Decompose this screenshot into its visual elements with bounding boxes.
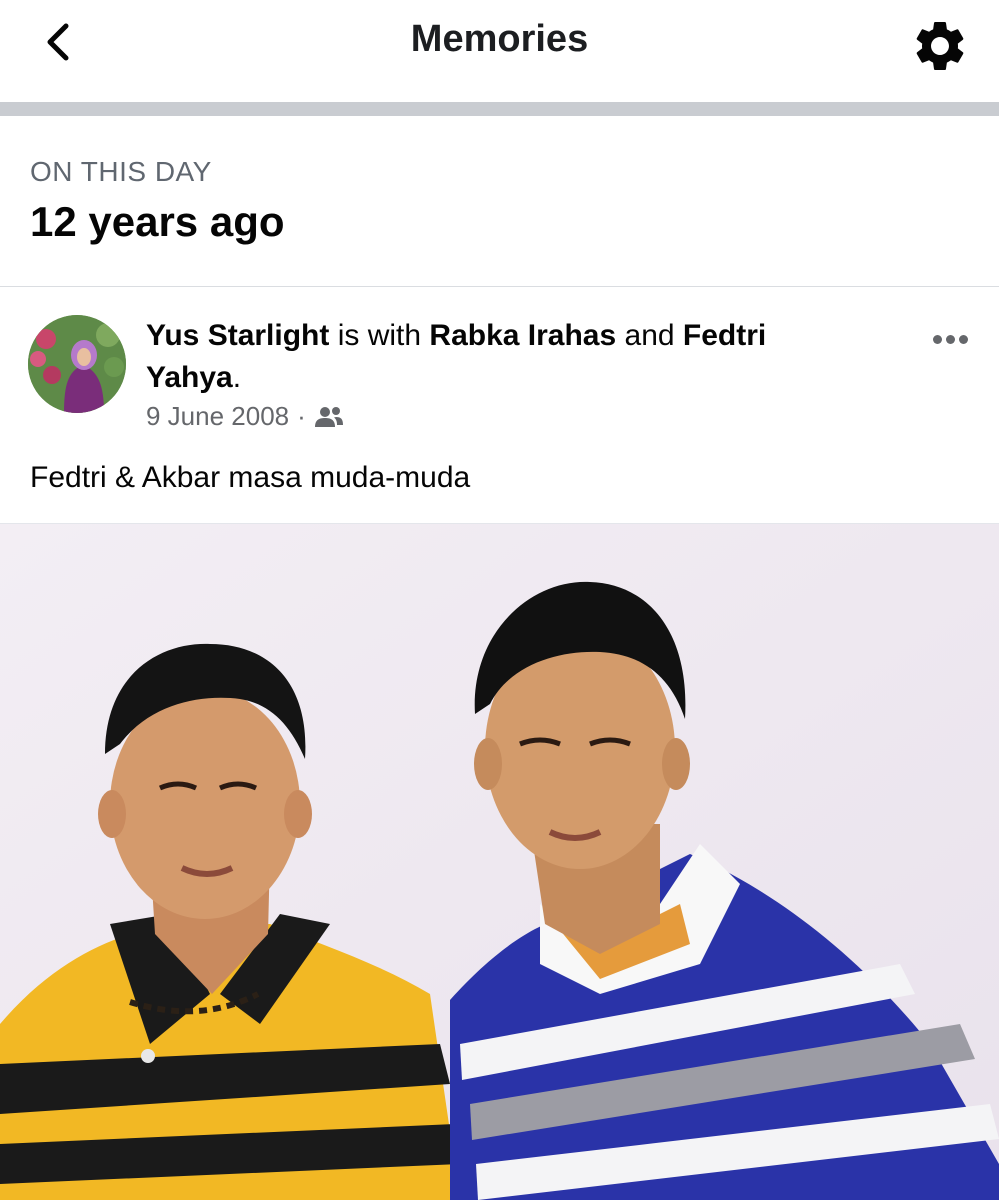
avatar[interactable] — [28, 315, 126, 413]
more-dots-icon — [932, 334, 942, 344]
more-options-button[interactable] — [924, 325, 976, 353]
with-text: is with — [329, 319, 430, 352]
header-divider — [0, 102, 999, 116]
years-ago-heading: 12 years ago — [30, 198, 285, 245]
page-title: Memories — [410, 18, 589, 60]
friends-icon[interactable] — [314, 405, 344, 429]
post-date[interactable]: 9 June 2008 — [146, 401, 289, 432]
tagged-person-link-1[interactable]: Rabka Irahas — [429, 319, 616, 352]
on-this-day-label: ON THIS DAY — [30, 156, 212, 187]
settings-button[interactable] — [906, 12, 974, 80]
author-name-link[interactable]: Yus Starlight — [146, 319, 329, 352]
post-header-text: Yus Starlight is with Rabka Irahas and F… — [146, 315, 866, 399]
top-bar: Memories — [0, 0, 999, 102]
avatar-photo — [28, 315, 126, 413]
more-dot — [945, 334, 955, 344]
post-photo[interactable] — [0, 524, 999, 1200]
meta-separator: · — [297, 401, 306, 431]
and-text: and — [616, 319, 683, 352]
period-text: . — [232, 361, 242, 394]
gear-icon — [916, 21, 964, 70]
memory-post: Yus Starlight is with Rabka Irahas and F… — [0, 287, 999, 523]
on-this-day-section: ON THIS DAY 12 years ago — [0, 116, 999, 286]
photo-image — [0, 524, 999, 1200]
post-meta: 9 June 2008 · — [146, 401, 344, 432]
post-caption: Fedtri & Akbar masa muda-muda — [30, 461, 471, 494]
more-dot — [958, 334, 968, 344]
